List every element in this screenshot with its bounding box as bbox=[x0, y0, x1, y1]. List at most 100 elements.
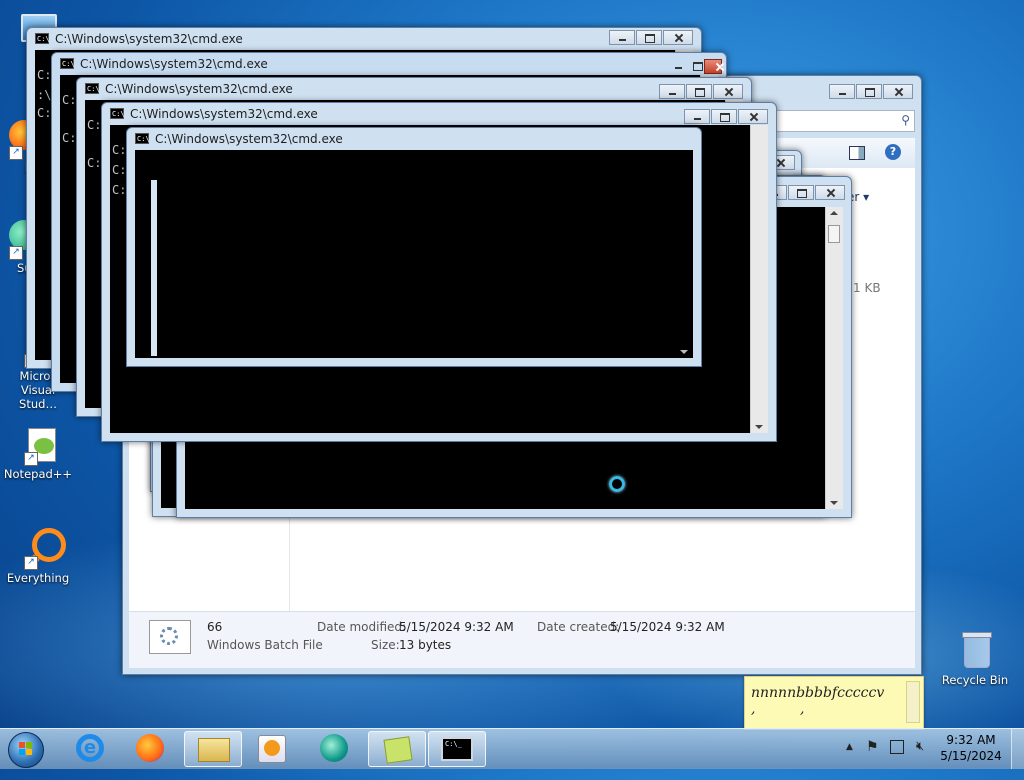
sticky-note-text-line1[interactable]: nnnnnbbbbfcccccv bbox=[751, 685, 884, 701]
cmd-title: C:\Windows\system32\cmd.exe bbox=[155, 132, 343, 146]
vertical-scrollbar[interactable] bbox=[676, 150, 693, 358]
maximize-button[interactable] bbox=[686, 84, 712, 99]
scroll-down-arrow-icon[interactable] bbox=[680, 350, 688, 354]
shortcut-arrow-icon: ↗ bbox=[9, 146, 23, 160]
batch-file-icon bbox=[149, 620, 191, 654]
cmd-icon: C:\ bbox=[85, 83, 100, 94]
desktop-icon-label: Recycle Bin bbox=[941, 673, 1009, 687]
cmd-title: C:\Windows\system32\cmd.exe bbox=[55, 32, 243, 46]
internet-explorer-icon: e bbox=[76, 734, 104, 762]
volume-muted-icon[interactable]: 🔇︎ bbox=[916, 739, 924, 754]
clock[interactable]: 9:32 AM 5/15/2024 bbox=[936, 733, 1006, 763]
scroll-down-arrow-icon[interactable] bbox=[755, 425, 763, 429]
maximize-button[interactable] bbox=[711, 109, 737, 124]
console-line: :\ bbox=[37, 88, 52, 102]
minimize-button[interactable] bbox=[684, 109, 710, 124]
desktop-icon-recycle-bin[interactable]: Recycle Bin bbox=[938, 630, 1012, 687]
date-created-value: 5/15/2024 9:32 AM bbox=[610, 620, 725, 634]
caption-buttons bbox=[683, 109, 768, 125]
app-circle-icon bbox=[320, 734, 348, 762]
maximize-button[interactable] bbox=[685, 59, 703, 74]
cmd-titlebar[interactable]: C:\ C:\Windows\system32\cmd.exe bbox=[127, 128, 701, 150]
folder-icon bbox=[198, 738, 230, 762]
close-button[interactable] bbox=[883, 84, 913, 99]
console-line: C: bbox=[62, 93, 77, 107]
close-button[interactable] bbox=[738, 109, 768, 124]
details-pane: 66 Windows Batch File Date modified: 5/1… bbox=[129, 611, 915, 668]
cmd-window-5[interactable]: C:\ C:\Windows\system32\cmd.exe bbox=[126, 127, 702, 367]
console-output[interactable] bbox=[135, 150, 693, 358]
cmd-titlebar[interactable]: C:\ C:\Windows\system32\cmd.exe bbox=[102, 103, 776, 125]
start-button[interactable] bbox=[6, 731, 46, 768]
taskbar: e C:\_ ▲ ⚑ 🔇︎ 9:32 AM 5/15/2024 bbox=[0, 728, 1024, 769]
size-value: 13 bytes bbox=[399, 638, 452, 652]
busy-cursor-icon bbox=[609, 476, 625, 492]
cmd-titlebar[interactable]: C:\ C:\Windows\system32\cmd.exe bbox=[77, 78, 751, 100]
vertical-scrollbar[interactable] bbox=[825, 207, 843, 509]
show-desktop-button[interactable] bbox=[1011, 729, 1024, 769]
close-button[interactable] bbox=[663, 30, 693, 45]
file-type: Windows Batch File bbox=[207, 638, 323, 652]
cmd-title: C:\Windows\system32\cmd.exe bbox=[80, 57, 268, 71]
minimize-button[interactable] bbox=[609, 30, 635, 45]
cmd-titlebar[interactable]: C:\ C:\Windows\system32\cmd.exe bbox=[27, 28, 701, 50]
shortcut-arrow-icon: ↗ bbox=[9, 246, 23, 260]
vertical-scrollbar[interactable] bbox=[750, 125, 768, 433]
caption-buttons bbox=[665, 59, 722, 75]
everything-icon: ↗ bbox=[18, 528, 66, 570]
notepadpp-icon: ↗ bbox=[18, 424, 58, 466]
cmd-icon: C:\ bbox=[135, 133, 150, 144]
desktop-icon-everything[interactable]: ↗ Everything bbox=[3, 528, 73, 585]
console-line: C: bbox=[112, 183, 127, 197]
action-center-flag-icon[interactable]: ⚑ bbox=[866, 739, 879, 755]
minimize-button[interactable] bbox=[829, 84, 855, 99]
file-size-partial: 1 KB bbox=[853, 281, 881, 295]
date-modified-value: 5/15/2024 9:32 AM bbox=[399, 620, 514, 634]
caption-buttons bbox=[658, 84, 743, 100]
size-label: Size: bbox=[371, 638, 400, 652]
desktop-icon-notepadpp[interactable]: ↗ Notepad++ bbox=[3, 424, 73, 481]
scroll-thumb[interactable] bbox=[828, 225, 840, 243]
date-created-label: Date created: bbox=[537, 620, 620, 634]
minimize-button[interactable] bbox=[666, 59, 684, 74]
cmd-icon: C:\_ bbox=[441, 737, 473, 761]
cmd-titlebar[interactable]: C:\ C:\Windows\system32\cmd.exe bbox=[52, 53, 726, 75]
cmd-icon: C:\ bbox=[60, 58, 75, 69]
close-button[interactable] bbox=[815, 185, 845, 200]
sticky-note-scrollbar[interactable] bbox=[906, 681, 920, 723]
cmd-icon: C:\ bbox=[110, 108, 125, 119]
taskbar-app-circle[interactable] bbox=[306, 731, 364, 767]
sticky-notes-icon bbox=[383, 736, 413, 764]
desktop-icon-label: Everything bbox=[6, 571, 70, 585]
clock-date: 5/15/2024 bbox=[940, 749, 1002, 763]
console-line: C: bbox=[87, 118, 102, 132]
text-cursor bbox=[151, 180, 157, 356]
close-button[interactable] bbox=[713, 84, 743, 99]
cmd-icon: C:\ bbox=[35, 33, 50, 44]
maximize-button[interactable] bbox=[788, 185, 814, 200]
sticky-note[interactable]: nnnnnbbbbfcccccv , , bbox=[744, 676, 924, 730]
help-icon[interactable]: ? bbox=[885, 144, 901, 160]
sticky-note-text-line2: , , bbox=[751, 701, 805, 717]
taskbar-cmd[interactable]: C:\_ bbox=[428, 731, 486, 767]
maximize-button[interactable] bbox=[856, 84, 882, 99]
media-player-icon bbox=[258, 735, 286, 763]
console-line: C: bbox=[112, 143, 127, 157]
network-icon[interactable] bbox=[890, 740, 904, 754]
file-name: 66 bbox=[207, 620, 223, 634]
cmd-title: C:\Windows\system32\cmd.exe bbox=[105, 82, 293, 96]
minimize-button[interactable] bbox=[659, 84, 685, 99]
maximize-button[interactable] bbox=[636, 30, 662, 45]
taskbar-firefox[interactable] bbox=[122, 731, 180, 767]
taskbar-internet-explorer[interactable]: e bbox=[62, 731, 120, 767]
show-hidden-icons-icon[interactable]: ▲ bbox=[846, 742, 853, 752]
taskbar-windows-explorer[interactable] bbox=[184, 731, 242, 767]
taskbar-sticky-notes[interactable] bbox=[368, 731, 426, 767]
scroll-down-arrow-icon[interactable] bbox=[830, 501, 838, 505]
taskbar-media-player[interactable] bbox=[244, 731, 302, 767]
console-line: C: bbox=[37, 68, 52, 82]
recycle-bin-icon bbox=[955, 630, 995, 670]
scroll-up-arrow-icon[interactable] bbox=[830, 211, 838, 215]
preview-pane-icon[interactable] bbox=[849, 146, 865, 160]
close-button[interactable] bbox=[704, 59, 722, 74]
